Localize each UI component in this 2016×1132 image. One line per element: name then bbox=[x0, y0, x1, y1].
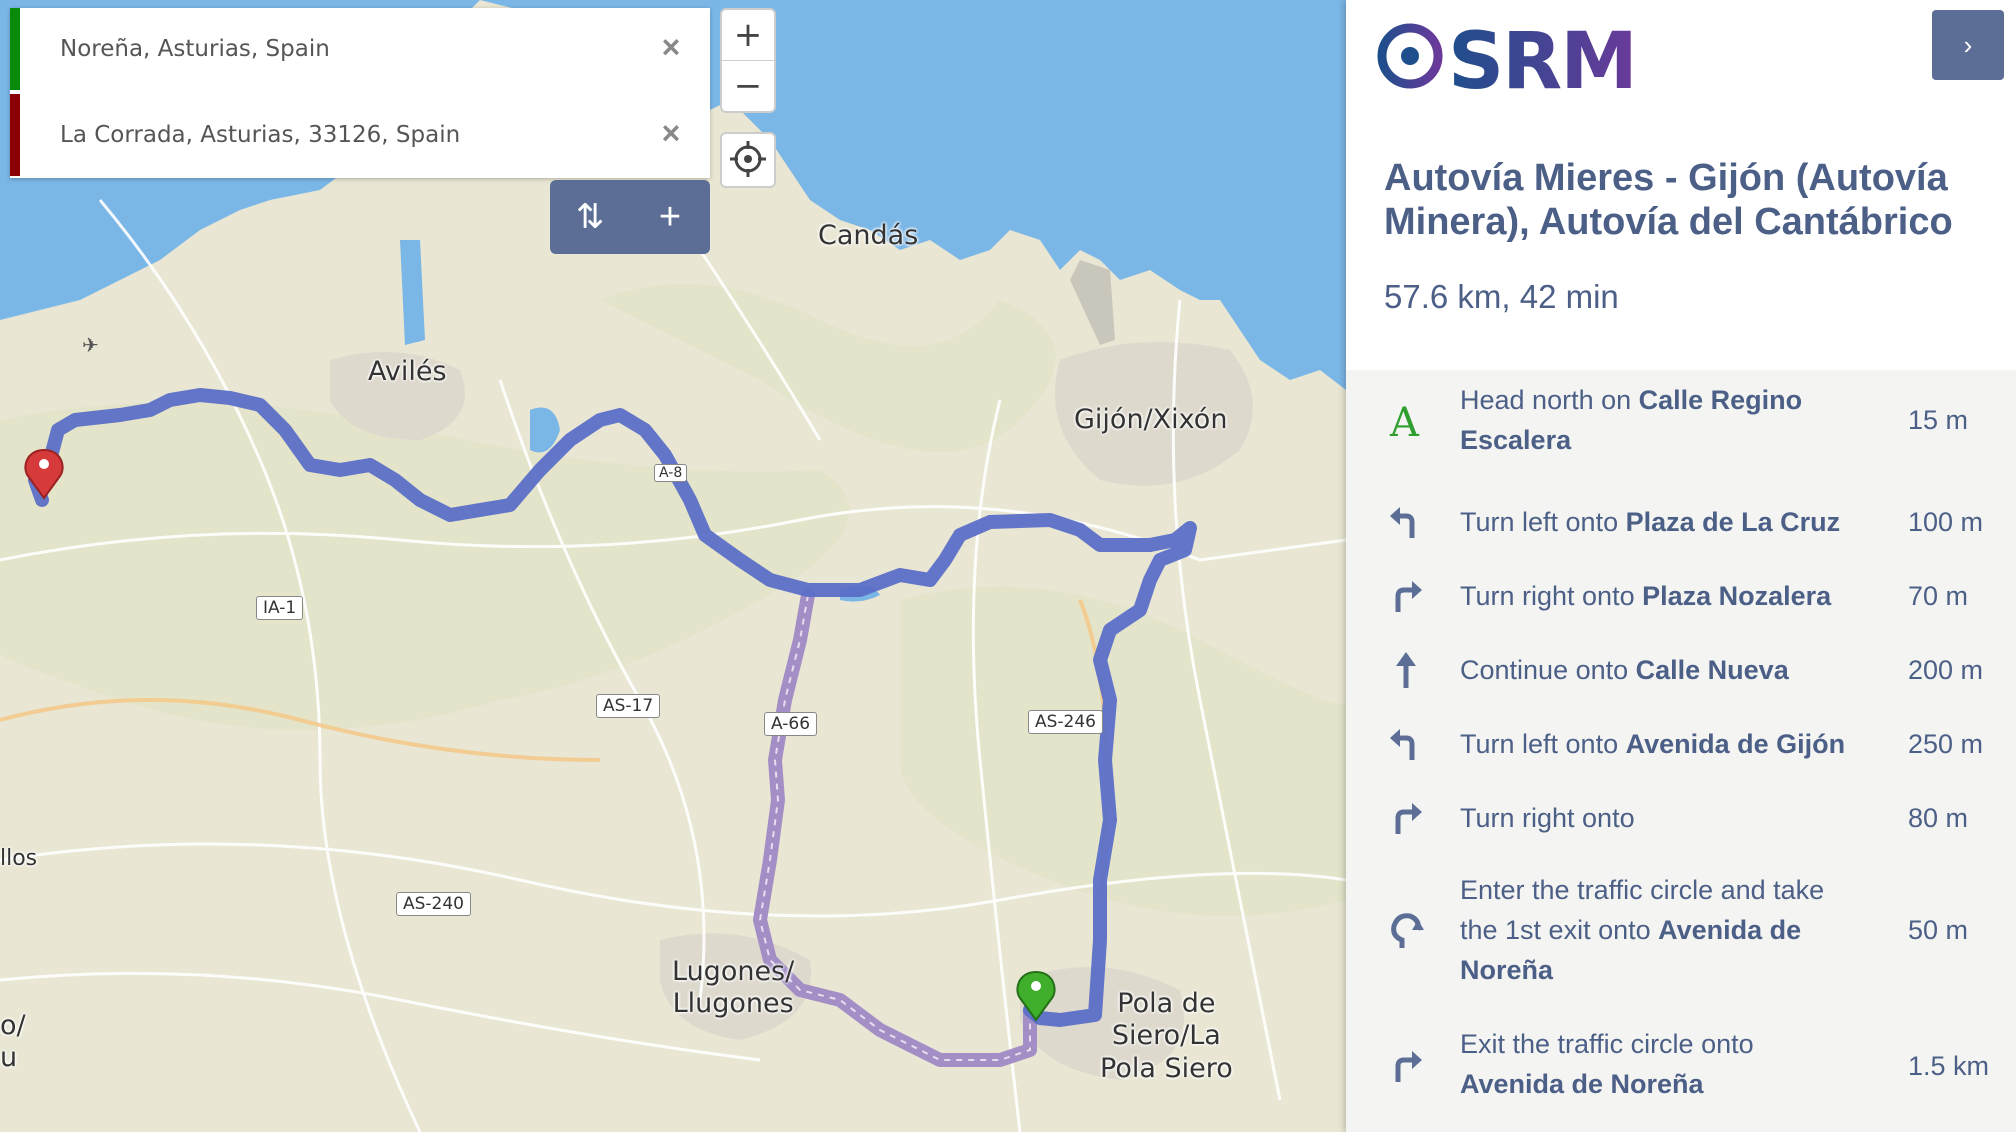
place-label-lugones-line2: Llugones bbox=[672, 988, 794, 1020]
road-shield-as240: AS-240 bbox=[396, 892, 472, 916]
clear-start-button[interactable]: × bbox=[654, 30, 688, 64]
instruction-text: Head north on Calle Regino Escalera bbox=[1460, 385, 1803, 455]
instruction-distance: 100 m bbox=[1908, 507, 1984, 537]
route-summary: 57.6 km, 42 min bbox=[1384, 278, 1619, 315]
route-title: Autovía Mieres - Gijón (Autovía Minera),… bbox=[1384, 157, 1953, 243]
road-shield-a66: A-66 bbox=[764, 712, 818, 736]
add-waypoint-button[interactable]: + bbox=[630, 180, 710, 254]
place-label-aviles: Avilés bbox=[368, 356, 447, 387]
instruction-text: Turn right onto Plaza Nozalera bbox=[1460, 581, 1832, 611]
collapse-panel-button[interactable]: › bbox=[1932, 10, 2004, 80]
instruction-distance: 1.5 km bbox=[1908, 1051, 1990, 1081]
road-shield-as246: AS-246 bbox=[1028, 710, 1104, 734]
svg-text:SRM: SRM bbox=[1448, 18, 1636, 94]
place-label-candas: Candás bbox=[818, 220, 919, 251]
turn-right-icon bbox=[1386, 798, 1426, 838]
reverse-waypoints-button[interactable]: ⇅ bbox=[550, 180, 630, 254]
place-label-pola-line1: Pola de bbox=[1117, 988, 1216, 1019]
svg-text:✈: ✈ bbox=[82, 333, 99, 357]
instruction-text: Exit the traffic circle onto Avenida de … bbox=[1460, 1029, 1754, 1099]
start-color-bar bbox=[10, 8, 20, 90]
zoom-control: + − bbox=[720, 8, 776, 113]
place-label-lugones-line1: Lugones/ bbox=[672, 956, 795, 987]
place-label-pola-siero: Pola de Siero/La Pola Siero bbox=[1100, 988, 1233, 1085]
instructions-list: A Head north on Calle Regino Escalera 15… bbox=[1346, 370, 2016, 1132]
directions-panel: SRM › Autovía Mieres - Gijón (Autovía Mi… bbox=[1346, 0, 2016, 1132]
zoom-in-button[interactable]: + bbox=[722, 10, 774, 61]
place-label-edge-u: u bbox=[0, 1042, 18, 1073]
place-label-lugones: Lugones/ Llugones bbox=[672, 956, 794, 1021]
instruction-distance: 200 m bbox=[1908, 655, 1984, 685]
place-label-pola-line3: Pola Siero bbox=[1100, 1052, 1233, 1084]
instruction-text: Continue onto Calle Nueva bbox=[1460, 655, 1789, 685]
instruction-text: Turn right onto bbox=[1460, 803, 1635, 833]
straight-icon bbox=[1386, 650, 1426, 690]
instruction-text: Enter the traffic circle and take the 1s… bbox=[1460, 875, 1825, 985]
locate-control bbox=[720, 132, 776, 188]
road-shield-as17: AS-17 bbox=[596, 694, 661, 718]
road-shield-ia1: IA-1 bbox=[256, 596, 304, 620]
zoom-out-button[interactable]: − bbox=[722, 61, 774, 111]
roundabout-icon bbox=[1386, 910, 1426, 950]
instruction-distance: 70 m bbox=[1908, 581, 1969, 611]
instruction-distance: 80 m bbox=[1908, 803, 1969, 833]
instruction-distance: 15 m bbox=[1908, 405, 1969, 435]
place-label-gijon: Gijón/Xixón bbox=[1074, 404, 1228, 435]
end-input[interactable] bbox=[60, 94, 620, 176]
end-color-bar bbox=[10, 94, 20, 176]
map-view[interactable]: ✈ Avilés Gijón/Xixón Candás Lugones/ Llu… bbox=[0, 0, 1346, 1132]
crosshair-icon bbox=[730, 141, 766, 177]
instruction-distance: 50 m bbox=[1908, 915, 1969, 945]
svg-text:A: A bbox=[1389, 400, 1420, 442]
waypoint-end-row: × bbox=[10, 94, 710, 178]
app-root: { "map": { "places": { "aviles": "Avilés… bbox=[0, 0, 2016, 1132]
turn-right-icon bbox=[1386, 1046, 1426, 1086]
place-label-edge-o: o/ bbox=[0, 1010, 26, 1041]
turn-left-icon bbox=[1386, 502, 1426, 542]
instruction-text: Turn left onto Avenida de Gijón bbox=[1460, 729, 1846, 759]
turn-right-icon bbox=[1386, 576, 1426, 616]
waypoints-panel: × × bbox=[10, 8, 710, 178]
clear-end-button[interactable]: × bbox=[654, 116, 688, 150]
turn-left-icon bbox=[1386, 724, 1426, 764]
start-input[interactable] bbox=[60, 8, 620, 90]
osrm-logo: SRM bbox=[1377, 18, 1636, 94]
place-label-edge-llos: llos bbox=[0, 846, 38, 871]
place-label-pola-line2: Siero/La bbox=[1111, 1020, 1221, 1052]
waypoint-start-row: × bbox=[10, 8, 710, 92]
road-shield-a8: A-8 bbox=[654, 464, 688, 482]
depart-icon: A bbox=[1386, 398, 1426, 446]
instruction-text: Turn left onto Plaza de La Cruz bbox=[1460, 507, 1841, 537]
instruction-distance: 250 m bbox=[1908, 729, 1984, 759]
locate-button[interactable] bbox=[722, 134, 774, 184]
